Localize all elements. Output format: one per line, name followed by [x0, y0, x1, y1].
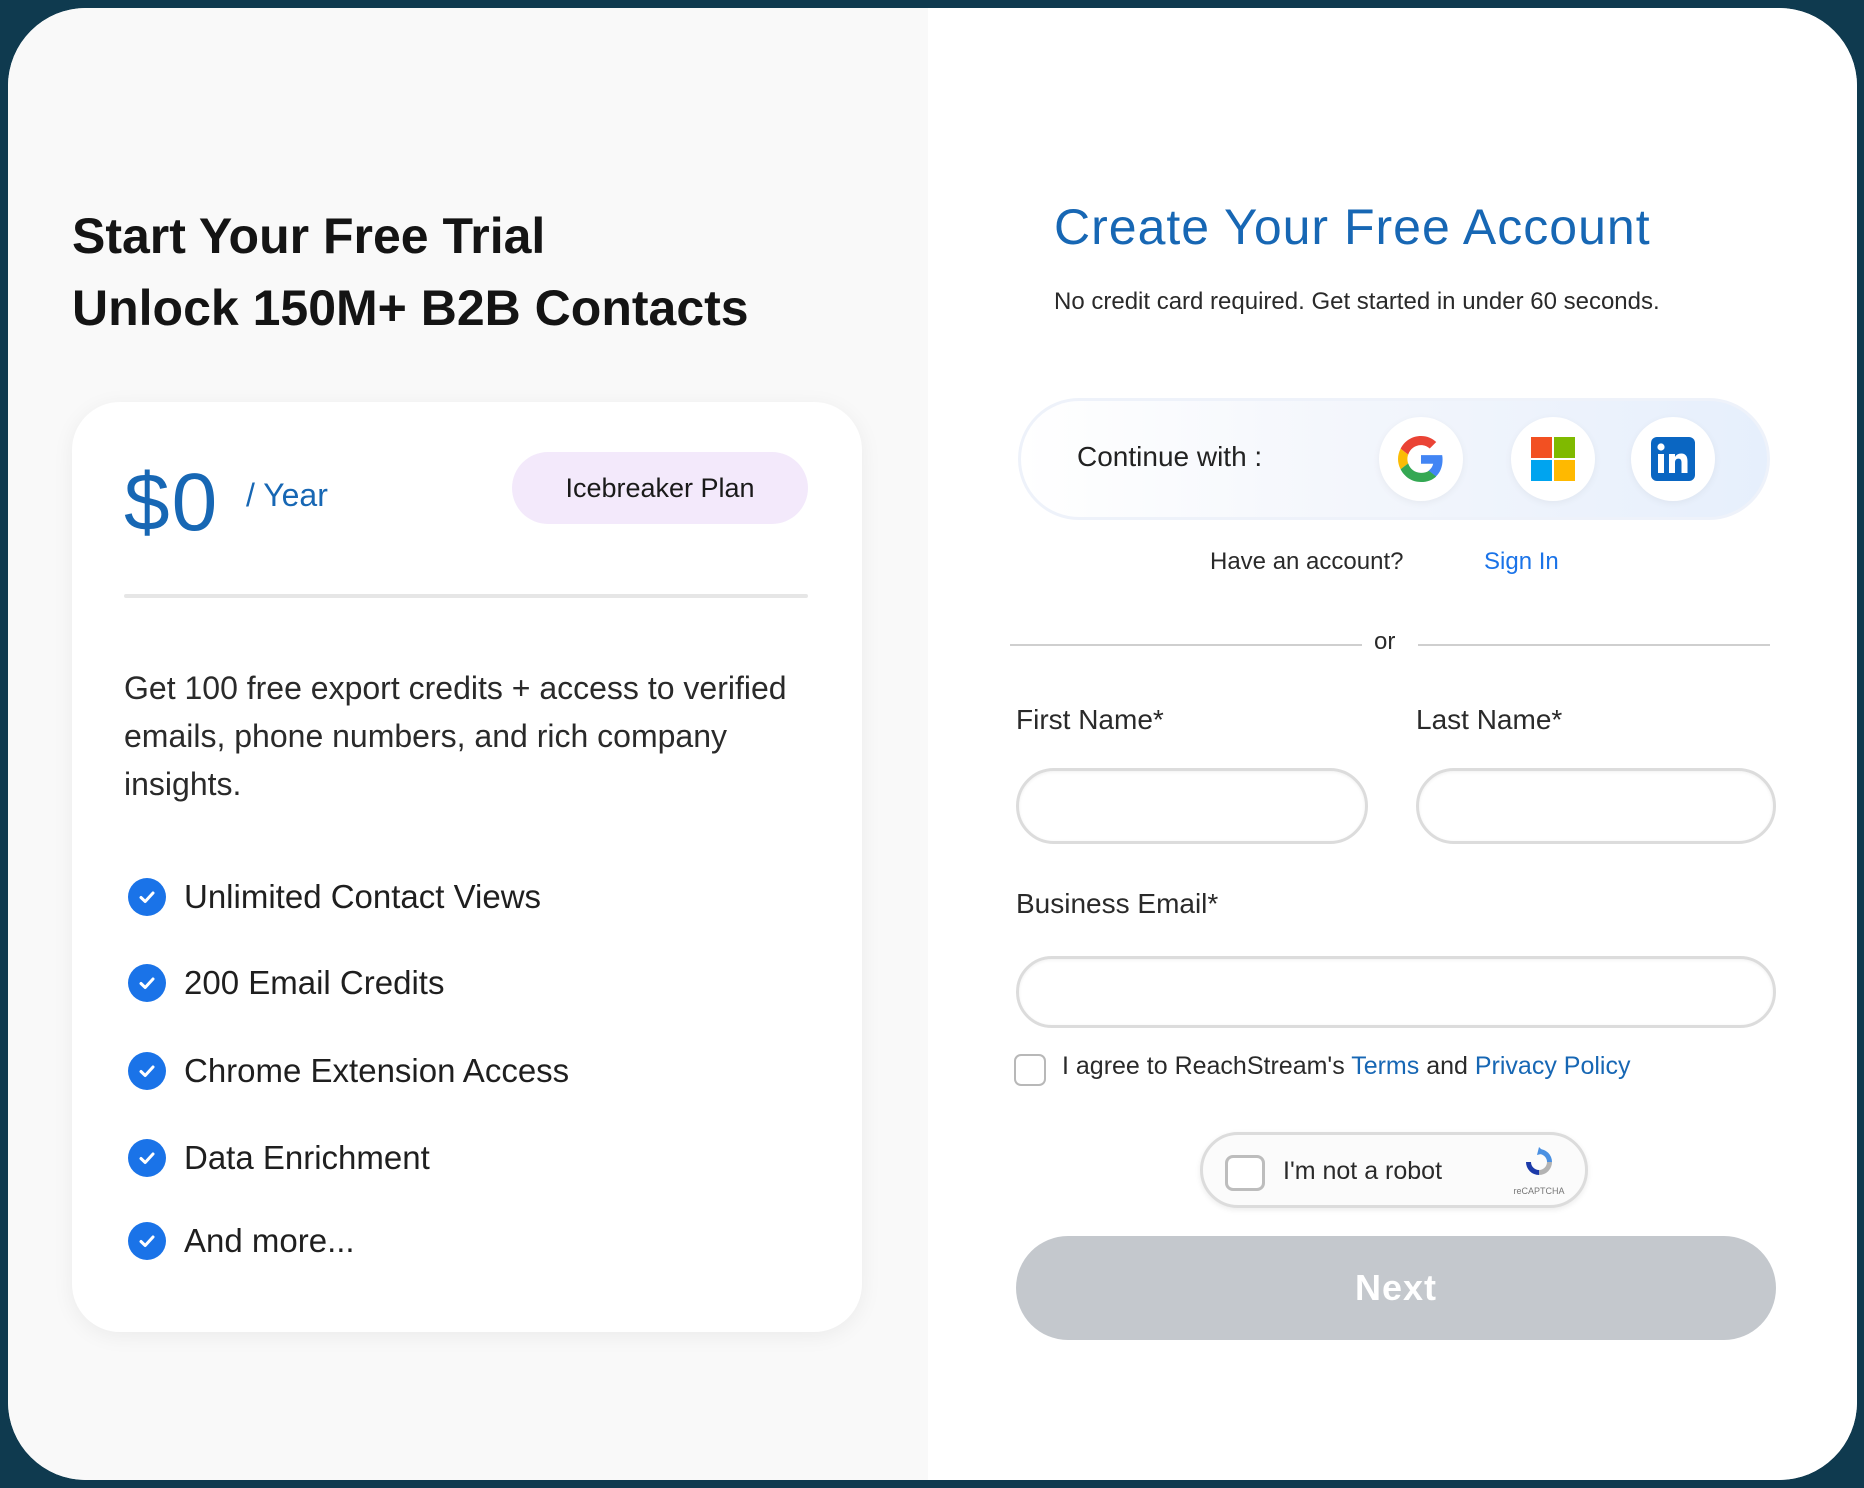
last-name-label: Last Name*	[1416, 704, 1563, 735]
plan-badge: Icebreaker Plan	[512, 452, 808, 524]
feature-label: Data Enrichment	[184, 1139, 430, 1176]
terms-and: and	[1419, 1052, 1475, 1080]
google-icon	[1398, 436, 1443, 482]
plan-card: $0 / Year Icebreaker Plan Get 100 free e…	[72, 402, 862, 1332]
check-circle-icon	[128, 1139, 166, 1177]
form-title: Create Your Free Account	[1054, 199, 1651, 255]
trial-info-panel: Start Your Free Trial Unlock 150M+ B2B C…	[8, 8, 928, 1480]
social-login-bar: Continue with :	[1018, 398, 1770, 520]
plan-price: $0	[124, 457, 220, 548]
recaptcha-logo: reCAPTCHA	[1511, 1145, 1567, 1199]
have-account-text: Have an account?	[1210, 548, 1404, 575]
feature-item: Unlimited Contact Views	[128, 872, 541, 922]
feature-item: Data Enrichment	[128, 1133, 430, 1183]
first-name-label: First Name*	[1016, 704, 1164, 735]
feature-label: And more...	[184, 1222, 355, 1259]
headline-line-2: Unlock 150M+ B2B Contacts	[72, 280, 749, 336]
linkedin-icon	[1651, 437, 1695, 481]
feature-label: Chrome Extension Access	[184, 1052, 570, 1089]
terms-link[interactable]: Terms	[1351, 1052, 1419, 1080]
google-signin-button[interactable]	[1379, 417, 1463, 501]
linkedin-signin-button[interactable]	[1631, 417, 1715, 501]
plan-period: / Year	[246, 477, 328, 513]
check-circle-icon	[128, 1052, 166, 1090]
terms-agreement-text: I agree to ReachStream's Terms and Priva…	[1062, 1052, 1630, 1081]
microsoft-icon	[1531, 437, 1575, 481]
feature-item: And more...	[128, 1216, 355, 1266]
plan-description: Get 100 free export credits + access to …	[124, 670, 787, 802]
first-name-input[interactable]	[1016, 768, 1368, 844]
business-email-input[interactable]	[1016, 956, 1776, 1028]
card-divider	[124, 594, 808, 598]
recaptcha-icon	[1526, 1147, 1552, 1175]
check-circle-icon	[128, 964, 166, 1002]
terms-checkbox[interactable]	[1014, 1054, 1046, 1086]
divider-right	[1418, 644, 1770, 646]
privacy-policy-link[interactable]: Privacy Policy	[1475, 1052, 1631, 1080]
feature-item: 200 Email Credits	[128, 958, 444, 1008]
recaptcha-brand: reCAPTCHA	[1513, 1186, 1565, 1196]
or-divider-text: or	[1374, 628, 1396, 655]
sign-in-link[interactable]: Sign In	[1484, 548, 1559, 576]
check-circle-icon	[128, 878, 166, 916]
business-email-label: Business Email*	[1016, 888, 1219, 919]
feature-label: 200 Email Credits	[184, 964, 445, 1001]
check-circle-icon	[128, 1222, 166, 1260]
headline-line-1: Start Your Free Trial	[72, 208, 546, 264]
social-login-label: Continue with :	[1077, 441, 1263, 472]
microsoft-signin-button[interactable]	[1511, 417, 1595, 501]
feature-item: Chrome Extension Access	[128, 1046, 569, 1096]
recaptcha-widget: I'm not a robot reCAPTCHA	[1200, 1132, 1588, 1208]
app-frame: Start Your Free Trial Unlock 150M+ B2B C…	[8, 8, 1857, 1480]
terms-prefix: I agree to ReachStream's	[1062, 1052, 1352, 1080]
last-name-input[interactable]	[1416, 768, 1776, 844]
next-button[interactable]: Next	[1016, 1236, 1776, 1340]
form-subtitle: No credit card required. Get started in …	[1054, 288, 1660, 315]
recaptcha-label: I'm not a robot	[1283, 1157, 1443, 1185]
feature-label: Unlimited Contact Views	[184, 878, 542, 915]
signup-form-panel: Create Your Free Account No credit card …	[928, 8, 1857, 1480]
trial-headline: Start Your Free Trial Unlock 150M+ B2B C…	[72, 200, 892, 344]
recaptcha-checkbox[interactable]	[1225, 1155, 1265, 1191]
divider-left	[1010, 644, 1362, 646]
